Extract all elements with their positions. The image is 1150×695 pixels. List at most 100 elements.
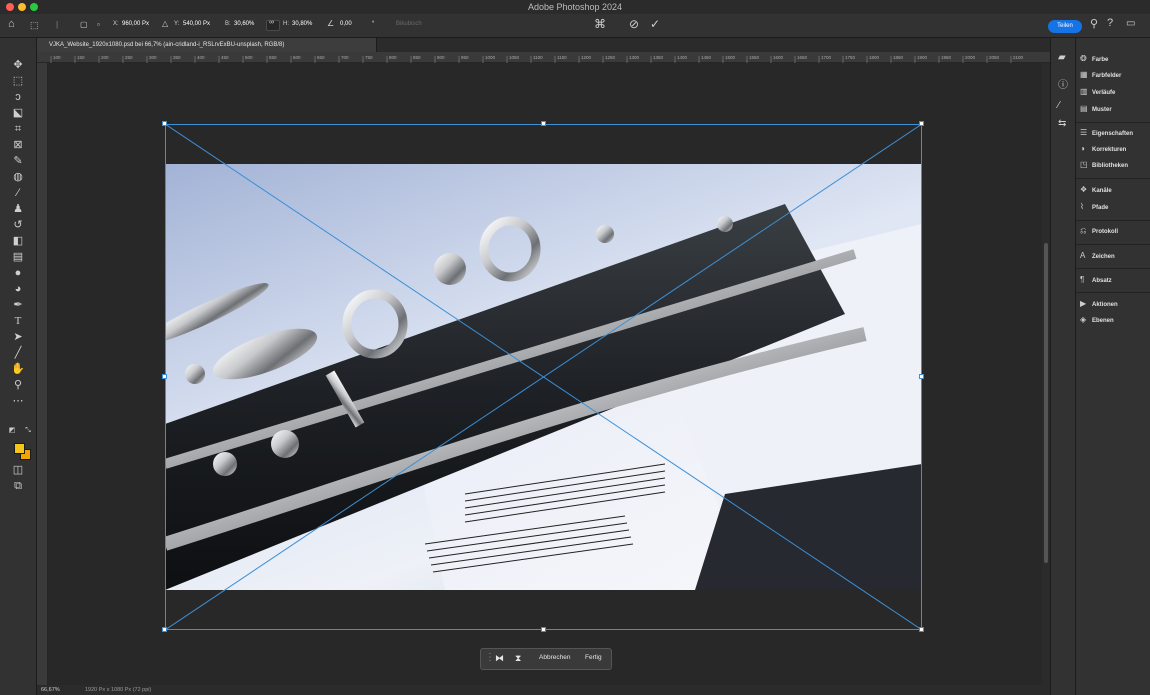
zoom-level[interactable]: 66,67% xyxy=(41,687,60,693)
transform-handle-left[interactable] xyxy=(162,374,167,379)
character-panel-icon: A xyxy=(1080,251,1086,260)
path-selection-tool-icon[interactable]: ➤ xyxy=(10,330,26,344)
panel-history[interactable]: ⎌ Protokoll xyxy=(1080,226,1118,238)
ruler-tick-label: 300 xyxy=(149,55,157,60)
angle-icon: ∠ xyxy=(327,19,335,28)
ruler-tick-label: 650 xyxy=(317,55,325,60)
marquee-tool-icon[interactable]: ⬚ xyxy=(10,74,26,88)
workspace-icon[interactable]: ▭ xyxy=(1126,18,1135,29)
transform-tool-icon[interactable]: ⬚ xyxy=(30,20,39,31)
panel-color[interactable]: ❂ Farbe xyxy=(1080,54,1108,66)
panel-patterns[interactable]: ▤ Muster xyxy=(1080,104,1112,116)
object-selection-tool-icon[interactable]: ⬕ xyxy=(10,106,26,120)
drag-handle-icon[interactable]: ⋮ xyxy=(485,652,495,663)
dodge-tool-icon[interactable]: ◕ xyxy=(10,282,26,296)
type-tool-icon[interactable]: T xyxy=(10,314,26,328)
reference-point-toggle-icon[interactable]: ▫ xyxy=(97,20,100,29)
transform-handle-top-left[interactable] xyxy=(162,121,167,126)
panel-properties[interactable]: ☰ Eigenschaften xyxy=(1080,128,1133,140)
ruler-tick-label: 1650 xyxy=(797,55,808,60)
transform-handle-top-right[interactable] xyxy=(919,121,924,126)
done-button[interactable]: Fertig xyxy=(585,654,602,661)
brush-tool-icon[interactable]: ⁄ xyxy=(10,186,26,200)
ruler-tick-label: 2000 xyxy=(965,55,976,60)
eyedropper-tool-icon[interactable]: ✎ xyxy=(10,154,26,168)
panel-layers[interactable]: ◈ Ebenen xyxy=(1080,315,1114,327)
panel-channels[interactable]: ❖ Kanäle xyxy=(1080,185,1112,197)
horizontal-ruler: 100 150 200 250 300 350 400 450 500 550 600 650 700 7… xyxy=(37,52,1050,63)
cancel-button[interactable]: Abbrechen xyxy=(539,654,570,661)
ruler-tick-label: 2100 xyxy=(1013,55,1024,60)
lasso-tool-icon[interactable]: ↄ xyxy=(10,90,26,104)
default-colors-icon[interactable]: ◩ xyxy=(4,424,20,438)
clone-stamp-tool-icon[interactable]: ♟ xyxy=(10,202,26,216)
screen-mode-icon[interactable]: ⧉ xyxy=(10,479,26,493)
home-icon[interactable]: ⌂ xyxy=(8,18,15,30)
ruler-tick-label: 1450 xyxy=(701,55,712,60)
angle-field[interactable]: 0,00 xyxy=(340,21,352,27)
transform-handle-bottom-right[interactable] xyxy=(919,627,924,632)
flip-vertical-icon[interactable]: ⧗ xyxy=(515,653,521,664)
transform-bounding-box[interactable] xyxy=(165,124,922,630)
panel-adjustments[interactable]: ◑ Korrekturen xyxy=(1080,144,1126,156)
move-tool-icon[interactable]: ✥ xyxy=(10,58,26,72)
delta-icon[interactable]: △ xyxy=(162,19,168,28)
quick-mask-icon[interactable]: ◫ xyxy=(10,463,26,477)
ruler-tick-label: 1200 xyxy=(581,55,592,60)
brush-settings-icon[interactable]: ⁄ xyxy=(1058,100,1060,111)
eraser-tool-icon[interactable]: ◧ xyxy=(10,234,26,248)
height-label: H: xyxy=(283,21,289,27)
document-dimensions[interactable]: 1920 Px x 1080 Px (72 ppi) xyxy=(85,687,151,693)
transform-handle-bottom-left[interactable] xyxy=(162,627,167,632)
y-field[interactable]: 540,00 Px xyxy=(183,21,210,27)
swap-colors-icon[interactable]: ⤡ xyxy=(20,424,36,438)
x-field[interactable]: 960,00 Px xyxy=(122,21,149,27)
title-bar: Adobe Photoshop 2024 xyxy=(0,0,1150,14)
flip-horizontal-icon[interactable]: ⧓ xyxy=(495,653,504,664)
panel-separator xyxy=(1076,122,1150,123)
help-icon[interactable]: ? xyxy=(1107,17,1113,29)
ruler-tick-label: 750 xyxy=(365,55,373,60)
foreground-color-swatch[interactable] xyxy=(14,443,25,454)
blur-tool-icon[interactable]: ● xyxy=(10,266,26,280)
reference-point-icon[interactable]: ▢ xyxy=(80,20,88,29)
cancel-transform-icon[interactable]: ⊘ xyxy=(629,17,639,31)
scroll-thumb[interactable] xyxy=(1044,243,1048,563)
transform-handle-bottom[interactable] xyxy=(541,627,546,632)
history-brush-tool-icon[interactable]: ↺ xyxy=(10,218,26,232)
document-tab[interactable]: VJKA_Website_1920x1080.psd bei 66,7% (ai… xyxy=(37,38,377,52)
more-tools-icon[interactable]: ⋯ xyxy=(10,394,26,408)
panel-actions[interactable]: ▶ Aktionen xyxy=(1080,299,1118,311)
frame-tool-icon[interactable]: ⊠ xyxy=(10,138,26,152)
gradient-tool-icon[interactable]: ▤ xyxy=(10,250,26,264)
interpolation-select[interactable]: Bikubisch xyxy=(396,21,422,27)
hand-tool-icon[interactable]: ✋ xyxy=(10,362,26,376)
ruler-tick-label: 1500 xyxy=(725,55,736,60)
panel-character[interactable]: A Zeichen xyxy=(1080,251,1115,263)
panel-swatches[interactable]: ▦ Farbfelder xyxy=(1080,70,1121,82)
commit-transform-icon[interactable]: ✓ xyxy=(650,17,660,31)
width-field[interactable]: 30,60% xyxy=(234,21,254,27)
ruler-tick-label: 1350 xyxy=(653,55,664,60)
search-icon[interactable]: ⚲ xyxy=(1090,17,1098,30)
share-button[interactable]: Teilen xyxy=(1048,20,1082,33)
zoom-tool-icon[interactable]: ⚲ xyxy=(10,378,26,392)
transform-handle-right[interactable] xyxy=(919,374,924,379)
line-tool-icon[interactable]: ╱ xyxy=(10,346,26,360)
warp-icon[interactable]: ⌘ xyxy=(594,17,606,31)
height-field[interactable]: 30,80% xyxy=(292,21,312,27)
info-icon[interactable]: ⓘ xyxy=(1058,76,1068,91)
pen-tool-icon[interactable]: ✒ xyxy=(10,298,26,312)
ruler-tick-label: 450 xyxy=(221,55,229,60)
panel-gradients[interactable]: ▥ Verläufe xyxy=(1080,87,1115,99)
panel-paragraph[interactable]: ¶ Absatz xyxy=(1080,275,1112,287)
crop-tool-icon[interactable]: ⌗ xyxy=(10,122,26,136)
comments-icon[interactable]: ▰ xyxy=(1058,52,1066,63)
healing-brush-tool-icon[interactable]: ◍ xyxy=(10,170,26,184)
adjust-icon[interactable]: ⇆ xyxy=(1058,118,1066,129)
ruler-tick-label: 1950 xyxy=(941,55,952,60)
vertical-scrollbar[interactable] xyxy=(1042,63,1050,685)
transform-handle-top[interactable] xyxy=(541,121,546,126)
panel-paths[interactable]: ⌇ Pfade xyxy=(1080,202,1108,214)
panel-libraries[interactable]: ◳ Bibliotheken xyxy=(1080,160,1128,172)
